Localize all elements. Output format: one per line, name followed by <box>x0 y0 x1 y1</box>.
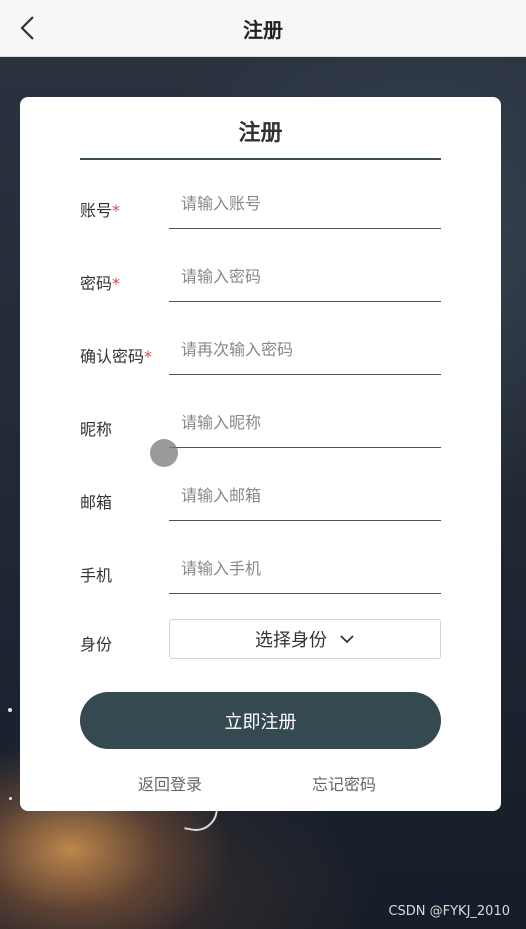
nickname-input[interactable] <box>169 398 441 448</box>
nickname-row: 昵称 <box>80 398 441 448</box>
required-mark: * <box>112 274 121 293</box>
forgot-password-link[interactable]: 忘记密码 <box>312 771 376 795</box>
confirm-password-input[interactable] <box>169 325 441 375</box>
top-nav-bar: 注册 <box>0 0 526 57</box>
chevron-down-icon <box>340 635 354 644</box>
account-label: 账号* <box>80 201 121 220</box>
required-mark: * <box>144 347 153 366</box>
role-selected-value: 选择身份 <box>255 630 327 651</box>
confirm-password-label: 确认密码* <box>80 347 153 366</box>
nickname-label: 昵称 <box>80 420 113 439</box>
role-label: 身份 <box>80 635 113 654</box>
watermark: CSDN @FYKJ_2010 <box>388 904 510 919</box>
role-row: 身份 选择身份 <box>80 619 441 669</box>
register-button[interactable]: 立即注册 <box>80 692 441 749</box>
form-title: 注册 <box>80 117 441 160</box>
password-input[interactable] <box>169 252 441 302</box>
required-mark: * <box>112 201 121 220</box>
password-row: 密码* <box>80 252 441 302</box>
register-card: 注册 账号* 密码* 确认密码* 昵称 邮箱 手机 身份 选择身份 立即注册 返… <box>20 97 501 811</box>
email-row: 邮箱 <box>80 471 441 521</box>
phone-input[interactable] <box>169 544 441 594</box>
star <box>8 708 12 712</box>
chevron-left-icon <box>20 16 34 40</box>
back-to-login-link[interactable]: 返回登录 <box>138 771 202 795</box>
star <box>9 797 12 800</box>
password-label: 密码* <box>80 274 121 293</box>
confirm-password-row: 确认密码* <box>80 325 441 375</box>
email-input[interactable] <box>169 471 441 521</box>
role-select[interactable]: 选择身份 <box>169 619 441 659</box>
phone-row: 手机 <box>80 544 441 594</box>
touch-indicator <box>150 439 178 467</box>
phone-label: 手机 <box>80 566 113 585</box>
account-input[interactable] <box>169 179 441 229</box>
email-label: 邮箱 <box>80 493 113 512</box>
back-button[interactable] <box>12 12 44 44</box>
page-title: 注册 <box>243 17 283 42</box>
account-row: 账号* <box>80 179 441 229</box>
